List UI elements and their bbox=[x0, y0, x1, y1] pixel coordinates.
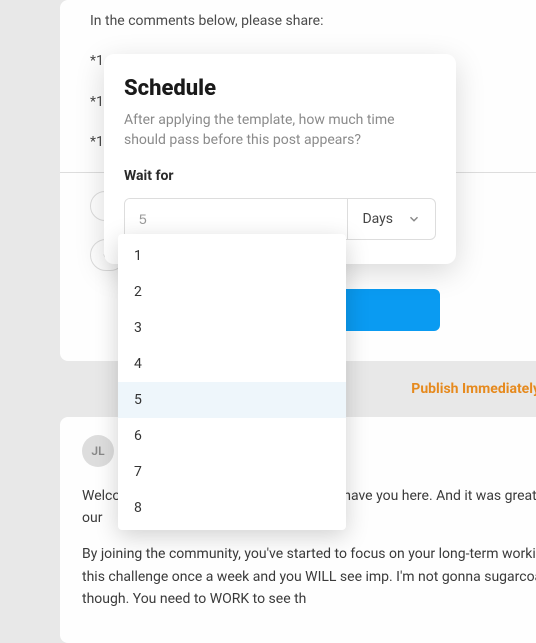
dropdown-item-3[interactable]: 3 bbox=[118, 310, 346, 346]
unit-select-label: Days bbox=[362, 211, 393, 227]
schedule-modal: Schedule After applying the template, ho… bbox=[104, 54, 456, 264]
welcome-paragraph-2: By joining the community, you've started… bbox=[82, 543, 536, 610]
chevron-down-icon bbox=[407, 212, 421, 226]
avatar: JL bbox=[82, 435, 114, 467]
dropdown-item-2[interactable]: 2 bbox=[118, 274, 346, 310]
dropdown-item-8[interactable]: 8 bbox=[118, 490, 346, 526]
number-dropdown[interactable]: 12345678 bbox=[118, 234, 346, 530]
unit-select[interactable]: Days bbox=[347, 199, 435, 239]
dropdown-item-5[interactable]: 5 bbox=[118, 382, 346, 418]
dropdown-item-6[interactable]: 6 bbox=[118, 418, 346, 454]
dropdown-item-4[interactable]: 4 bbox=[118, 346, 346, 382]
modal-title: Schedule bbox=[124, 76, 436, 101]
post-intro: In the comments below, please share: bbox=[90, 10, 536, 32]
modal-description: After applying the template, how much ti… bbox=[124, 111, 436, 150]
dropdown-item-1[interactable]: 1 bbox=[118, 238, 346, 274]
wait-for-label: Wait for bbox=[124, 168, 436, 184]
dropdown-item-7[interactable]: 7 bbox=[118, 454, 346, 490]
